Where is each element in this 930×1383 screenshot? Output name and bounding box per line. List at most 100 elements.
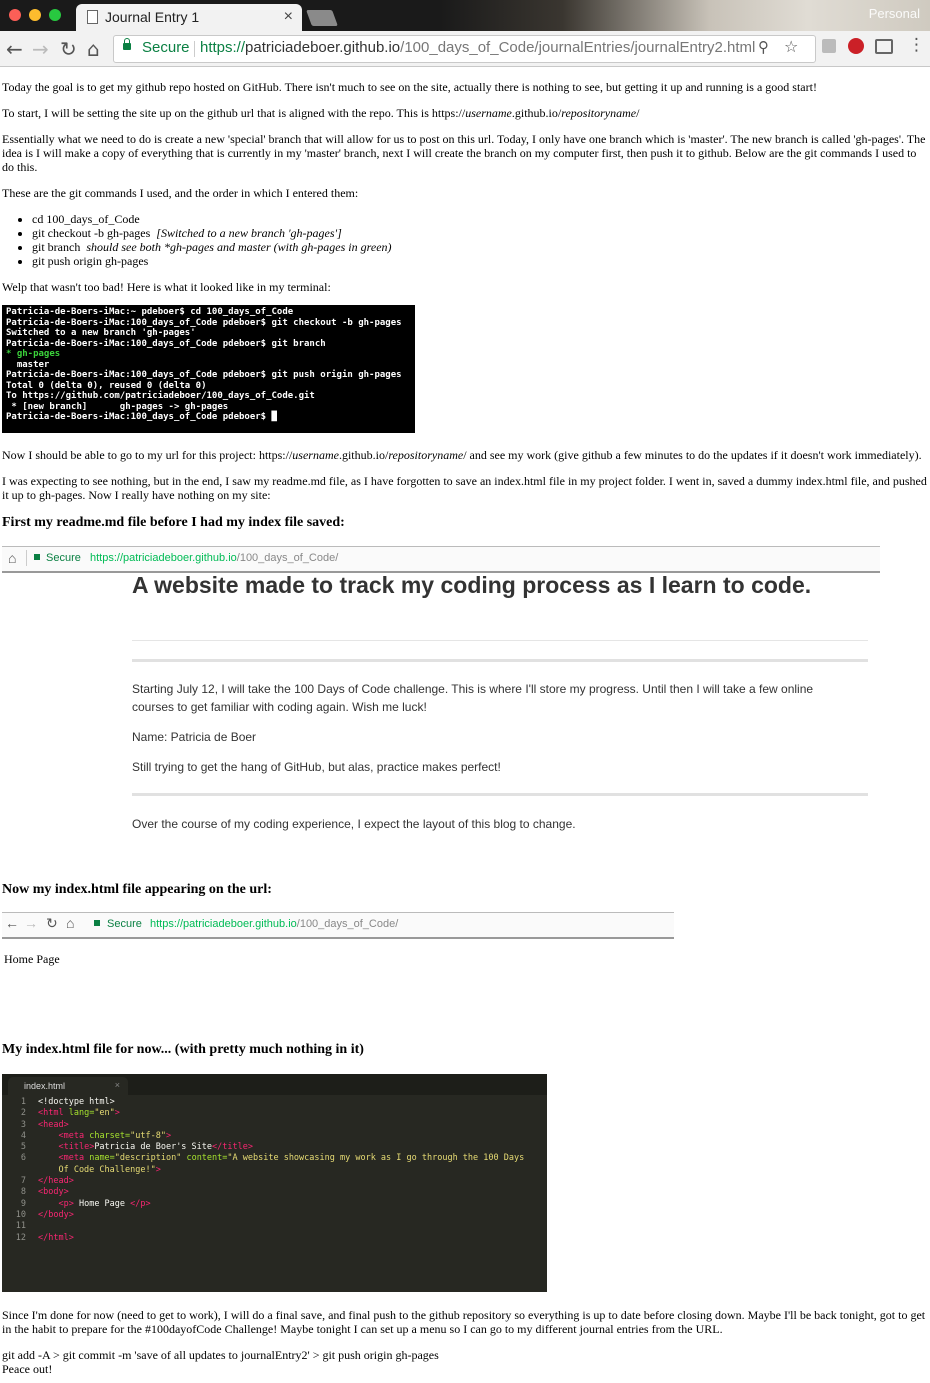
readme-name: Name: Patricia de Boer bbox=[132, 730, 257, 744]
url-path: /100_days_of_Code/ bbox=[296, 918, 399, 930]
terminal-line: master bbox=[6, 359, 50, 370]
reload-icon: ↻ bbox=[46, 915, 58, 931]
paragraph-url: To start, I will be setting the site up … bbox=[2, 106, 927, 120]
list-item: git checkout -b gh-pages [Switched to a n… bbox=[32, 226, 930, 240]
git-command-line: git add -A > git commit -m 'save of all … bbox=[2, 1348, 439, 1362]
code-editor-screenshot: index.html × 1 <!doctype html> 2 <html lan… bbox=[2, 1074, 547, 1292]
url-username: username bbox=[292, 448, 339, 462]
page-icon bbox=[87, 10, 98, 24]
url-host: https://patriciadeboer.github.io bbox=[150, 918, 297, 930]
paragraph-readme: I was expecting to see nothing, but in t… bbox=[2, 474, 927, 502]
pinterest-icon[interactable] bbox=[848, 38, 864, 54]
lock-icon bbox=[123, 38, 131, 50]
menu-icon[interactable]: ⋮ bbox=[908, 35, 925, 55]
code-listing: 1 <!doctype html> 2 <html lang="en"> 3 <hea… bbox=[15, 1097, 525, 1243]
url-repo: repositoryname bbox=[388, 448, 464, 462]
terminal-line: Total 0 (delta 0), reused 0 (delta 0) bbox=[6, 380, 207, 391]
address-bar[interactable]: Secure https://patriciadeboer.github.io/… bbox=[113, 35, 816, 63]
close-window-button[interactable] bbox=[9, 9, 21, 21]
terminal-line: Patricia-de-Boers-iMac:100_days_of_Code … bbox=[6, 412, 277, 422]
text: / bbox=[636, 106, 640, 120]
secure-label: Secure bbox=[107, 918, 142, 930]
readme-heading: A website made to track my coding proces… bbox=[132, 572, 812, 598]
terminal-line: Patricia-de-Boers-iMac:100_days_of_Code … bbox=[6, 317, 402, 328]
terminal-line: Switched to a new branch 'gh-pages' bbox=[6, 328, 196, 338]
paragraph-intro: Today the goal is to get my github repo … bbox=[2, 80, 817, 94]
paragraph-branch: Essentially what we need to do is create… bbox=[2, 132, 926, 174]
forward-icon: → bbox=[24, 915, 38, 931]
url-path: /100_days_of_Code/ bbox=[236, 552, 339, 564]
titlebar-background bbox=[440, 0, 930, 31]
readme-paragraph: Over the course of my coding experience,… bbox=[132, 817, 576, 831]
terminal-line: * [new branch] gh-pages -> gh-pages bbox=[6, 401, 229, 412]
terminal-line: Patricia-de-Boers-iMac:~ pdeboer$ cd 100… bbox=[6, 307, 294, 317]
signoff: Peace out! bbox=[2, 1362, 53, 1376]
url-path: /100_days_of_Code/journalEntries/journal… bbox=[400, 39, 756, 56]
list-item: git branch should see both *gh-pages and … bbox=[32, 240, 930, 254]
text: Now I should be able to go to my url for… bbox=[2, 448, 293, 462]
url-username: username bbox=[465, 106, 512, 120]
close-icon: × bbox=[114, 1080, 120, 1090]
star-icon[interactable]: ☆ bbox=[784, 37, 798, 56]
separator bbox=[26, 550, 27, 566]
home-icon: ⌂ bbox=[66, 915, 75, 931]
editor-tab-title: index.html bbox=[24, 1081, 66, 1091]
maximize-window-button[interactable] bbox=[49, 9, 61, 21]
command: cd 100_days_of_Code bbox=[32, 212, 140, 226]
list-item: git push origin gh-pages bbox=[32, 254, 930, 268]
text: .github.io/ bbox=[338, 448, 389, 462]
url-host: patriciadeboer.github.io bbox=[245, 39, 401, 56]
editor-tabbar: index.html × bbox=[2, 1074, 547, 1095]
heading-index: Now my index.html file appearing on the … bbox=[2, 882, 272, 897]
command-note: [Switched to a new branch 'gh-pages'] bbox=[156, 226, 342, 240]
home-icon: ⌂ bbox=[8, 550, 17, 566]
divider bbox=[132, 640, 868, 641]
readme-paragraph: Still trying to get the hang of GitHub, … bbox=[132, 760, 501, 774]
back-icon[interactable]: ← bbox=[6, 37, 23, 61]
tab-close-icon[interactable]: × bbox=[284, 8, 293, 26]
command: git push origin gh-pages bbox=[32, 254, 149, 268]
reload-icon[interactable]: ↻ bbox=[60, 37, 77, 61]
address-separator bbox=[194, 41, 195, 57]
new-tab-button[interactable] bbox=[306, 10, 338, 26]
back-icon: ← bbox=[5, 915, 19, 931]
url-text[interactable]: https://patriciadeboer.github.io/100_day… bbox=[200, 39, 755, 56]
command: git checkout -b gh-pages bbox=[32, 226, 151, 240]
window-titlebar: Journal Entry 1 × Personal bbox=[0, 0, 930, 31]
browser-tab[interactable]: Journal Entry 1 × bbox=[76, 4, 302, 31]
lock-icon bbox=[34, 554, 40, 560]
screenshot-address-bar: ← → ↻ ⌂ Secure https://patriciadeboer.gi… bbox=[2, 912, 674, 939]
profile-label[interactable]: Personal bbox=[869, 6, 920, 21]
terminal-screenshot: Patricia-de-Boers-iMac:~ pdeboer$ cd 100… bbox=[2, 305, 415, 433]
heading-code: My index.html file for now... (with pret… bbox=[2, 1042, 364, 1057]
divider bbox=[132, 793, 868, 796]
url-scheme: https:// bbox=[200, 39, 246, 56]
minimize-window-button[interactable] bbox=[29, 9, 41, 21]
terminal-line: * gh-pages bbox=[6, 349, 61, 359]
zoom-icon[interactable]: ⚲ bbox=[758, 38, 769, 56]
text: To start, I will be setting the site up … bbox=[2, 106, 466, 120]
paragraph-terminal-intro: Welp that wasn't too bad! Here is what i… bbox=[2, 280, 331, 294]
secure-label: Secure bbox=[142, 39, 190, 56]
terminal-line: To https://github.com/patriciadeboer/100… bbox=[6, 391, 315, 401]
editor-tab: index.html × bbox=[8, 1077, 128, 1095]
index-screenshot: ← → ↻ ⌂ Secure https://patriciadeboer.gi… bbox=[2, 912, 674, 972]
forward-icon[interactable]: → bbox=[32, 37, 49, 61]
readme-screenshot: ⌂ Secure https://patriciadeboer.github.i… bbox=[2, 546, 882, 846]
url-repo: repositoryname bbox=[561, 106, 637, 120]
terminal-line: Patricia-de-Boers-iMac:100_days_of_Code … bbox=[6, 338, 326, 349]
index-body-text: Home Page bbox=[4, 952, 60, 966]
url-host: https://patriciadeboer.github.io bbox=[90, 552, 237, 564]
paragraph-final: Since I'm done for now (need to get to w… bbox=[2, 1308, 926, 1336]
list-item: cd 100_days_of_Code bbox=[32, 212, 930, 226]
secure-label: Secure bbox=[46, 552, 81, 564]
extension-icon[interactable] bbox=[822, 39, 836, 53]
screenshot-url: https://patriciadeboer.github.io/100_day… bbox=[90, 552, 338, 564]
paragraph-url-check: Now I should be able to go to my url for… bbox=[2, 448, 927, 462]
cast-icon[interactable] bbox=[875, 39, 893, 54]
readme-paragraph: Starting July 12, I will take the 100 Da… bbox=[132, 682, 814, 714]
text: .github.io/ bbox=[511, 106, 562, 120]
heading-readme: First my readme.md file before I had my … bbox=[2, 515, 345, 530]
home-icon[interactable]: ⌂ bbox=[87, 37, 100, 61]
lock-icon bbox=[94, 920, 100, 926]
